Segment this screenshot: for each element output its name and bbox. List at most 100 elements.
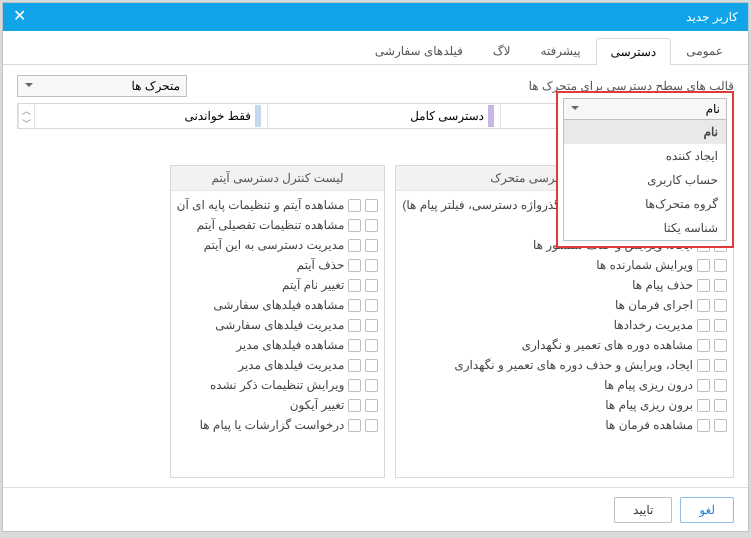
checkbox[interactable] — [365, 239, 378, 252]
list-item[interactable]: ویرایش تنظیمات ذکر نشده — [177, 375, 379, 395]
checkbox[interactable] — [714, 419, 727, 432]
checkbox[interactable] — [348, 379, 361, 392]
item-acl-panel: لیست کنترل دسترسی آیتم مشاهده آیتم و تنظ… — [170, 165, 386, 478]
list-item[interactable]: مدیریت رخدادها — [402, 315, 727, 335]
checkbox[interactable] — [714, 319, 727, 332]
list-item[interactable]: تغییر آیکون — [177, 395, 379, 415]
swatch-read-only — [255, 105, 261, 127]
close-icon[interactable]: ✕ — [13, 3, 26, 31]
checkbox[interactable] — [714, 379, 727, 392]
checkbox[interactable] — [348, 299, 361, 312]
tab-general[interactable]: عمومی — [671, 37, 738, 64]
item-acl-title: لیست کنترل دسترسی آیتم — [171, 166, 385, 191]
checkbox[interactable] — [365, 299, 378, 312]
tab-access[interactable]: دسترسی — [596, 38, 672, 65]
sort-select-value: نام — [706, 102, 720, 116]
sort-dropdown-highlight: نام نام ایجاد کننده حساب کاربری گروه متح… — [556, 91, 734, 248]
list-item[interactable]: ویرایش شمارنده ها — [402, 255, 727, 275]
checkbox[interactable] — [348, 359, 361, 372]
checkbox[interactable] — [714, 279, 727, 292]
checkbox[interactable] — [348, 219, 361, 232]
perm-read-only-label: فقط خواندنی — [185, 109, 251, 123]
list-item[interactable]: اجرای فرمان ها — [402, 295, 727, 315]
tab-log[interactable]: لاگ — [478, 37, 526, 64]
dialog-footer: لغو تایید — [3, 487, 748, 531]
dropdown-option-name[interactable]: نام — [564, 120, 726, 144]
list-item[interactable]: مشاهده فیلدهای سفارشی — [177, 295, 379, 315]
list-item[interactable]: برون ریزی پیام ها — [402, 395, 727, 415]
units-select[interactable]: متحرک ها — [17, 75, 187, 97]
ok-button[interactable]: تایید — [614, 497, 672, 523]
list-item[interactable]: مشاهده فیلدهای مدیر — [177, 335, 379, 355]
tab-strip: عمومی دسترسی پیشرفته لاگ فیلدهای سفارشی — [3, 31, 748, 65]
checkbox[interactable] — [365, 219, 378, 232]
chevron-down-icon — [24, 79, 34, 93]
checkbox[interactable] — [365, 199, 378, 212]
units-select-value: متحرک ها — [132, 79, 180, 93]
list-item[interactable]: مدیریت دسترسی به این آیتم — [177, 235, 379, 255]
checkbox[interactable] — [348, 319, 361, 332]
checkbox[interactable] — [714, 339, 727, 352]
checkbox[interactable] — [365, 379, 378, 392]
item-acl-list: مشاهده آیتم و تنظیمات پایه ای آن مشاهده … — [171, 191, 385, 477]
checkbox[interactable] — [348, 199, 361, 212]
checkbox[interactable] — [365, 339, 378, 352]
list-item[interactable]: تغییر نام آیتم — [177, 275, 379, 295]
sort-dropdown-list: نام ایجاد کننده حساب کاربری گروه متحرک‌ه… — [563, 120, 727, 241]
checkbox[interactable] — [365, 259, 378, 272]
checkbox[interactable] — [697, 419, 710, 432]
cancel-button[interactable]: لغو — [680, 497, 734, 523]
checkbox[interactable] — [348, 279, 361, 292]
list-item[interactable]: مدیریت فیلدهای مدیر — [177, 355, 379, 375]
checkbox[interactable] — [348, 259, 361, 272]
checkbox[interactable] — [348, 419, 361, 432]
checkbox[interactable] — [697, 279, 710, 292]
dropdown-option-creator[interactable]: ایجاد کننده — [564, 144, 726, 168]
left-column-spacer — [0, 165, 160, 478]
dropdown-option-unique-id[interactable]: شناسه یکتا — [564, 216, 726, 240]
list-item[interactable]: درون ریزی پیام ها — [402, 375, 727, 395]
checkbox[interactable] — [697, 379, 710, 392]
checkbox[interactable] — [714, 299, 727, 312]
chevron-down-icon — [570, 102, 580, 116]
perm-read-only[interactable]: فقط خواندنی — [34, 104, 267, 128]
sort-select[interactable]: نام — [563, 98, 727, 120]
checkbox[interactable] — [697, 299, 710, 312]
scrollbar-stub[interactable]: ︿﹀ — [18, 104, 34, 128]
list-item[interactable]: مشاهده آیتم و تنظیمات پایه ای آن — [177, 195, 379, 215]
list-item[interactable]: حذف آیتم — [177, 255, 379, 275]
list-item[interactable]: مشاهده دوره های تعمیر و نگهداری — [402, 335, 727, 355]
checkbox[interactable] — [365, 399, 378, 412]
list-item[interactable]: حذف پیام ها — [402, 275, 727, 295]
checkbox[interactable] — [348, 239, 361, 252]
checkbox[interactable] — [365, 419, 378, 432]
dialog-titlebar: کاربر جدید ✕ — [3, 3, 748, 31]
checkbox[interactable] — [365, 359, 378, 372]
checkbox[interactable] — [697, 259, 710, 272]
perm-full-access-label: دسترسی کامل — [410, 109, 484, 123]
checkbox[interactable] — [365, 279, 378, 292]
checkbox[interactable] — [714, 359, 727, 372]
perm-full-access[interactable]: دسترسی کامل — [267, 104, 500, 128]
tab-advanced[interactable]: پیشرفته — [525, 37, 595, 64]
new-user-dialog: کاربر جدید ✕ عمومی دسترسی پیشرفته لاگ فی… — [2, 2, 749, 532]
checkbox[interactable] — [697, 399, 710, 412]
checkbox[interactable] — [365, 319, 378, 332]
list-item[interactable]: درخواست گزارشات یا پیام ها — [177, 415, 379, 435]
dropdown-option-account[interactable]: حساب کاربری — [564, 168, 726, 192]
checkbox[interactable] — [697, 319, 710, 332]
list-item[interactable]: مشاهده فرمان ها — [402, 415, 727, 435]
swatch-full-access — [488, 105, 494, 127]
checkbox[interactable] — [714, 259, 727, 272]
checkbox[interactable] — [697, 359, 710, 372]
checkbox[interactable] — [697, 339, 710, 352]
tab-custom-fields[interactable]: فیلدهای سفارشی — [360, 37, 478, 64]
checkbox[interactable] — [348, 399, 361, 412]
list-item[interactable]: مشاهده تنظیمات تفصیلی آیتم — [177, 215, 379, 235]
list-item[interactable]: مدیریت فیلدهای سفارشی — [177, 315, 379, 335]
dialog-title: کاربر جدید — [686, 3, 738, 31]
checkbox[interactable] — [348, 339, 361, 352]
checkbox[interactable] — [714, 399, 727, 412]
list-item[interactable]: ایجاد، ویرایش و حذف دوره های تعمیر و نگه… — [402, 355, 727, 375]
dropdown-option-unit-group[interactable]: گروه متحرک‌ها — [564, 192, 726, 216]
